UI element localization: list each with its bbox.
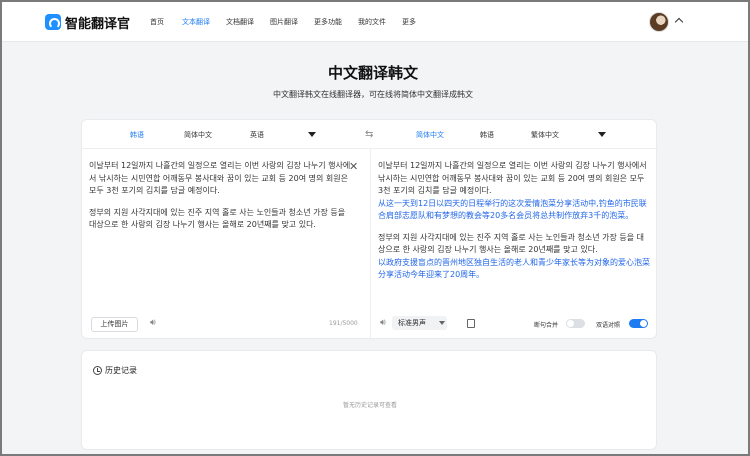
page-title: 中文翻译韩文 <box>327 64 418 82</box>
source-lang-korean[interactable]: 韩语 <box>130 130 144 140</box>
nav-item-more-features[interactable]: 更多功能 <box>314 17 342 27</box>
target-speaker-icon[interactable]: 🔊︎ <box>380 318 386 328</box>
source-speaker-icon[interactable]: 🔊︎ <box>150 318 156 328</box>
source-lang-dropdown-icon[interactable] <box>308 132 316 137</box>
nav-item-home[interactable]: 首页 <box>150 17 164 27</box>
source-text-input[interactable]: 이날부터 12일까지 나흘간의 일정으로 열리는 이번 사랑의 김장 나누기 행… <box>89 160 351 241</box>
target-original-paragraph: 정부의 지원 사각지대에 있는 진주 지역 홀로 사는 노인들과 청소년 가장 … <box>378 232 645 255</box>
copy-icon[interactable] <box>467 319 475 328</box>
chevron-down-icon <box>439 321 445 325</box>
target-translation-paragraph: 从这一天到12日以四天的日程举行的这次爱情泡菜分享活动中,钓鱼的市民联合肩部志愿… <box>378 198 647 221</box>
nav-item-doc-translate[interactable]: 文档翻译 <box>226 17 254 27</box>
voice-select[interactable]: 标准男声 <box>392 316 447 330</box>
brand-logo-icon[interactable] <box>45 14 61 30</box>
chevron-up-icon[interactable] <box>674 17 684 27</box>
nav-item-my-files[interactable]: 我的文件 <box>358 17 386 27</box>
top-navbar: 智能翻译官 首页 文本翻译 文档翻译 图片翻译 更多功能 我的文件 更多 <box>2 2 748 42</box>
translator-card: 韩语 简体中文 英语 ⇆ 简体中文 韩语 繁体中文 이날부터 12일까지 나흘간… <box>81 119 658 340</box>
history-title: 历史记录 <box>105 366 137 375</box>
translation-output: 이날부터 12일까지 나흘간의 일정으로 열리는 이번 사랑의 김장 나누기 행… <box>378 160 650 282</box>
clear-text-icon[interactable]: ✕ <box>349 160 358 173</box>
voice-select-label: 标准男声 <box>398 319 426 327</box>
bilingual-label: 双语对照 <box>596 322 621 329</box>
brand-name[interactable]: 智能翻译官 <box>65 13 130 32</box>
target-lang-traditional-chinese[interactable]: 繁体中文 <box>531 130 559 140</box>
sentence-merge-toggle[interactable] <box>566 319 585 328</box>
upload-image-button[interactable]: 上传图片 <box>91 317 138 332</box>
sentence-merge-label: 断句合并 <box>534 322 559 329</box>
swap-languages-icon[interactable]: ⇆ <box>365 129 373 140</box>
nav-item-image-translate[interactable]: 图片翻译 <box>270 17 298 27</box>
history-panel: 历史记录 暂无历史记录可查看 <box>81 350 657 450</box>
page-subtitle: 中文翻译韩文在线翻译器，可在线将简体中文翻译成韩文 <box>273 90 473 99</box>
language-bar: 韩语 简体中文 英语 ⇆ 简体中文 韩语 繁体中文 <box>82 120 658 149</box>
history-clock-icon <box>93 366 102 375</box>
bilingual-toggle[interactable] <box>629 319 648 328</box>
char-counter: 191/5000 <box>329 320 358 327</box>
source-lang-simplified-chinese[interactable]: 简体中文 <box>184 130 212 140</box>
target-original-paragraph: 이날부터 12일까지 나흘간의 일정으로 열리는 이번 사랑의 김장 나누기 행… <box>378 161 647 195</box>
history-empty-text: 暂无历史记录可查看 <box>342 402 397 409</box>
source-paragraph: 정부의 지원 사각지대에 있는 진주 지역 홀로 사는 노인들과 청소년 가장 … <box>89 207 346 230</box>
user-avatar[interactable] <box>649 12 669 32</box>
nav-item-more[interactable]: 更多 <box>402 17 416 27</box>
target-lang-korean[interactable]: 韩语 <box>480 130 494 140</box>
source-paragraph: 이날부터 12일까지 나흘간의 일정으로 열리는 이번 사랑의 김장 나누기 행… <box>89 161 351 195</box>
pane-divider <box>370 149 371 340</box>
target-lang-simplified-chinese[interactable]: 简体中文 <box>416 130 444 140</box>
nav-item-text-translate[interactable]: 文本翻译 <box>182 17 210 27</box>
source-lang-english[interactable]: 英语 <box>250 130 264 140</box>
target-lang-dropdown-icon[interactable] <box>598 132 606 137</box>
target-translation-paragraph: 以政府支援盲点的晋州地区独自生活的老人和青少年家长等为对象的爱心泡菜分享活动今年… <box>378 257 650 280</box>
